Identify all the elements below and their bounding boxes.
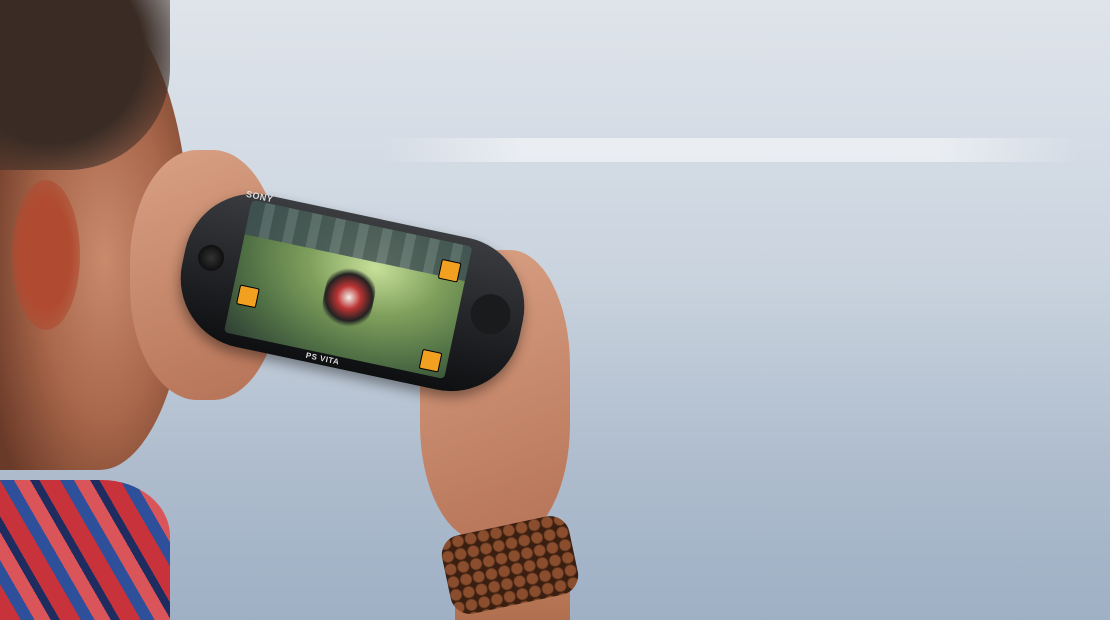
plaid-shirt — [0, 480, 170, 620]
game-map-button — [236, 284, 260, 309]
face-buttons — [466, 290, 515, 338]
person-ear — [12, 180, 80, 330]
game-walk-button — [418, 348, 443, 373]
game-pause-button — [437, 258, 462, 283]
game-screen — [223, 200, 473, 379]
horizon-haze — [380, 138, 1080, 162]
game-characters — [318, 262, 380, 332]
left-analog-stick — [195, 242, 227, 274]
